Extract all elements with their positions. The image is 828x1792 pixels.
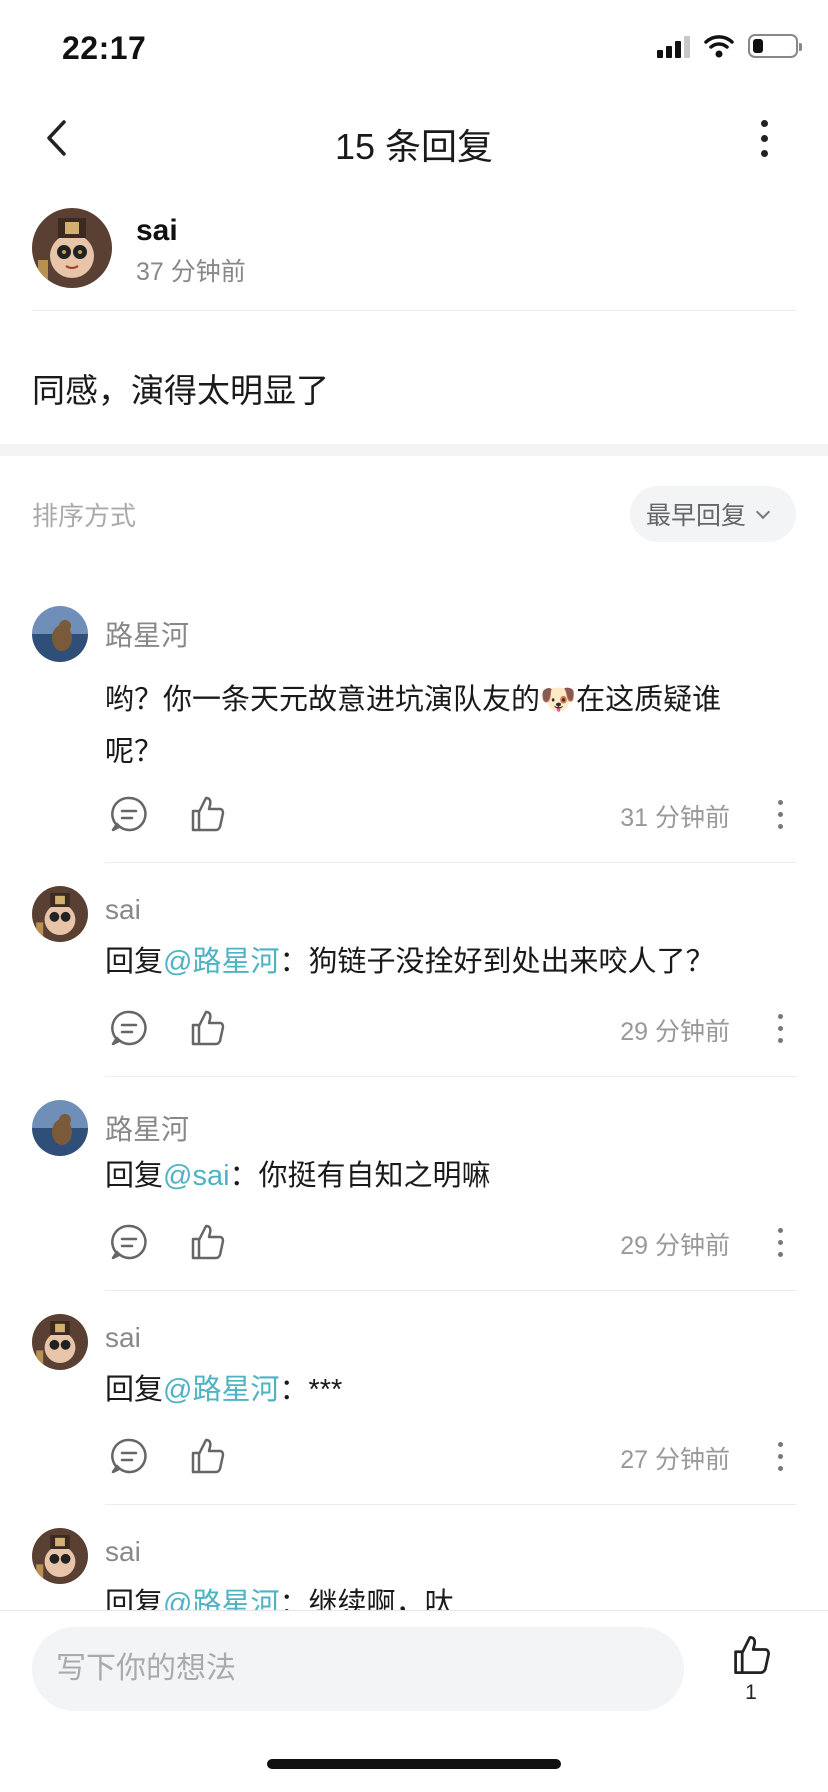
reply-more-button[interactable] [772,1006,788,1050]
divider [105,862,796,863]
divider [105,1504,796,1505]
status-bar: 22:17 [0,0,828,94]
reply-item: 路星河 哟？你一条天元故意进坑演队友的🐶在这质疑谁呢？ 31 分钟前 [0,604,828,864]
thumbs-up-icon [734,1636,770,1674]
thumbs-up-icon[interactable] [187,794,227,834]
reply-content: 回复@路星河：继续啊，呔 [105,1578,758,1610]
battery-level [753,39,763,53]
origin-timestamp: 37 分钟前 [136,258,246,286]
reply-separator: ： [279,946,309,978]
origin-content: 同感，演得太明显了 [32,372,329,409]
divider [105,1290,796,1291]
battery-icon [748,34,802,58]
reply-actions: 29 分钟前 [105,1002,796,1052]
reply-separator: ： [229,1160,259,1192]
divider [105,1076,796,1077]
more-options-button[interactable] [752,112,776,164]
like-button[interactable]: 1 [716,1629,786,1709]
reply-text: 继续啊，呔 [308,1588,454,1610]
reply-prefix: 回复 [105,1374,164,1406]
doll-avatar-icon [32,886,88,942]
reply-content: 哟？你一条天元故意进坑演队友的🐶在这质疑谁呢？ [105,674,758,778]
reply-actions: 27 分钟前 [105,1430,796,1480]
reply-content: 回复@路星河：*** [105,1364,758,1416]
comment-icon[interactable] [109,794,149,834]
avatar[interactable] [32,1314,88,1370]
thumbs-up-icon[interactable] [187,1436,227,1476]
reply-timestamp: 27 分钟前 [620,1446,730,1474]
section-divider [0,444,828,456]
sort-row: 排序方式 最早回复 [0,456,828,566]
chevron-down-icon [755,504,771,519]
reply-username[interactable]: sai [105,894,141,926]
reply-username[interactable]: sai [105,1322,141,1354]
origin-username[interactable]: sai [136,214,178,248]
dog-avatar-icon [32,606,88,662]
status-time: 22:17 [62,30,147,66]
reply-username[interactable]: 路星河 [105,1108,189,1148]
avatar[interactable] [32,208,112,288]
page-title: 15 条回复 [334,126,494,167]
avatar[interactable] [32,606,88,662]
reply-text: 你挺有自知之明嘛 [258,1160,491,1192]
doll-avatar-icon [32,1528,88,1584]
mention-link[interactable]: @路星河 [163,1588,279,1610]
bottom-bar: 1 [0,1610,828,1792]
cellular-signal-icon [657,34,690,58]
home-indicator [267,1759,561,1769]
reply-separator: ： [279,1588,309,1610]
reply-text: 狗链子没拴好到处出来咬人了？ [308,946,715,978]
mention-link[interactable]: @sai [163,1160,230,1192]
reply-prefix: 回复 [105,946,164,978]
avatar[interactable] [32,1528,88,1584]
divider [32,310,796,311]
reply-timestamp: 29 分钟前 [620,1232,730,1260]
status-icons [657,34,802,58]
original-comment: sai 37 分钟前 同感，演得太明显了 [0,182,828,444]
reply-actions: 31 分钟前 [105,788,796,838]
comment-icon[interactable] [109,1222,149,1262]
mention-link[interactable]: @路星河 [163,946,279,978]
reply-prefix: 回复 [105,1160,164,1192]
reply-username[interactable]: sai [105,1536,141,1568]
reply-more-button[interactable] [772,792,788,836]
doll-avatar-icon [32,1314,88,1370]
comment-icon[interactable] [109,1436,149,1476]
reply-item: 路星河 回复@sai：你挺有自知之明嘛 29 分钟前 [0,1100,828,1291]
thumbs-up-icon[interactable] [187,1222,227,1262]
dog-avatar-icon [32,1100,88,1156]
reply-item: sai 回复@路星河：*** 27 分钟前 [0,1314,828,1505]
reply-actions: 29 分钟前 [105,1216,796,1266]
nav-bar: 15 条回复 [0,94,828,182]
thumbs-up-icon[interactable] [187,1008,227,1048]
comment-input[interactable] [32,1627,684,1711]
mention-link[interactable]: @路星河 [163,1374,279,1406]
reply-text: *** [308,1374,343,1406]
reply-more-button[interactable] [772,1220,788,1264]
reply-prefix: 回复 [105,1588,164,1610]
sort-dropdown[interactable]: 最早回复 [629,486,796,542]
reply-text: 哟？你一条天元故意进坑演队友的 [105,684,541,716]
avatar[interactable] [32,1100,88,1156]
reply-item: sai 回复@路星河：继续啊，呔 [0,1528,828,1610]
reply-separator: ： [279,1374,309,1406]
sort-selected: 最早回复 [645,502,746,530]
doll-avatar-icon [32,208,112,288]
reply-username[interactable]: 路星河 [105,614,189,654]
reply-content: 回复@路星河：狗链子没拴好到处出来咬人了？ [105,936,758,988]
reply-timestamp: 29 分钟前 [620,1018,730,1046]
wifi-icon [704,35,734,58]
comment-icon[interactable] [109,1008,149,1048]
reply-item: sai 回复@路星河：狗链子没拴好到处出来咬人了？ 29 分钟前 [0,886,828,1077]
reply-timestamp: 31 分钟前 [620,804,730,832]
dog-emoji: 🐶 [540,684,577,716]
sort-label: 排序方式 [32,501,137,531]
reply-content: 回复@sai：你挺有自知之明嘛 [105,1150,758,1202]
reply-more-button[interactable] [772,1434,788,1478]
avatar[interactable] [32,886,88,942]
like-count: 1 [745,1681,757,1704]
